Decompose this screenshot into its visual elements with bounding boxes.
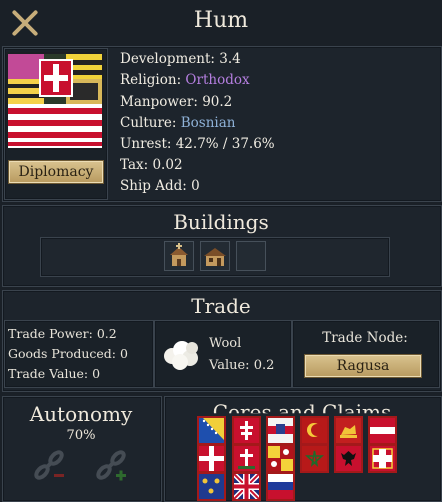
- trade-value-stat: Trade Value: 0: [8, 366, 101, 381]
- workshop-slot[interactable]: [200, 241, 230, 271]
- autonomy-title: Autonomy: [29, 402, 133, 426]
- trade-node-button[interactable]: Ragusa: [304, 354, 422, 378]
- decrease-autonomy-icon[interactable]: [30, 446, 68, 484]
- culture-stat: Culture: Bosnian: [120, 115, 236, 131]
- venice-flag-icon[interactable]: [334, 416, 363, 445]
- manpower-stat: Manpower: 90.2: [120, 94, 233, 110]
- religion-value[interactable]: Orthodox: [185, 72, 249, 88]
- religion-stat: Religion: Orthodox: [120, 72, 250, 88]
- unrest-stat: Unrest: 42.7% / 37.6%: [120, 136, 275, 152]
- buildings-title: Buildings: [173, 210, 269, 234]
- trade-good-value: Value: 0.2: [209, 358, 275, 373]
- trade-node-label: Trade Node:: [322, 330, 408, 346]
- england-flag-icon[interactable]: [232, 472, 261, 501]
- church-slot[interactable]: [164, 241, 194, 271]
- increase-autonomy-icon[interactable]: [92, 446, 130, 484]
- culture-value[interactable]: Bosnian: [181, 115, 236, 131]
- ottoman-flag-icon[interactable]: [300, 416, 329, 445]
- hungary-flag-icon[interactable]: [232, 416, 261, 445]
- austria-flag-icon[interactable]: [368, 416, 397, 445]
- serbia-flag-icon[interactable]: [232, 444, 261, 473]
- goods-produced-stat: Goods Produced: 0: [8, 346, 128, 361]
- church-icon: [170, 243, 188, 266]
- trade-power-stat: Trade Power: 0.2: [8, 326, 117, 341]
- france-flag-icon[interactable]: [197, 472, 226, 501]
- trade-title: Trade: [191, 294, 251, 318]
- bosnia-flag-icon[interactable]: [197, 416, 226, 445]
- albania-flag-icon[interactable]: [334, 444, 363, 473]
- trade-good-name: Wool: [209, 336, 242, 351]
- empty-building-slot[interactable]: [236, 241, 266, 271]
- tax-stat: Tax: 0.02: [120, 157, 183, 173]
- autonomy-value: 70%: [66, 428, 96, 443]
- papal-flag-icon[interactable]: [266, 444, 295, 473]
- russia-flag-icon[interactable]: [266, 472, 295, 501]
- croatia-flag-icon[interactable]: [197, 444, 226, 473]
- coat-of-arms-icon: [6, 52, 104, 150]
- province-title: Hum: [193, 8, 249, 33]
- ragusa-flag-icon[interactable]: [266, 416, 295, 445]
- wool-icon: [164, 341, 198, 370]
- morocco-flag-icon[interactable]: [300, 444, 329, 473]
- naples-flag-icon[interactable]: [368, 444, 397, 473]
- diplomacy-button[interactable]: Diplomacy: [8, 160, 104, 184]
- ship-add-stat: Ship Add: 0: [120, 178, 200, 194]
- workshop-icon: [204, 248, 226, 266]
- development-stat: Development: 3.4: [120, 51, 241, 67]
